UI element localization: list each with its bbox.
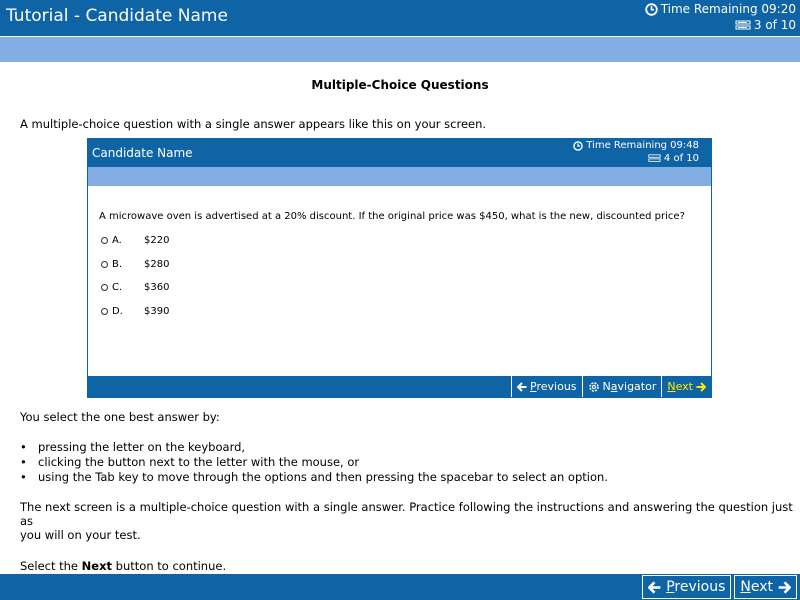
arrow-left-icon (517, 381, 527, 392)
sample-previous-button[interactable]: Previous (511, 376, 582, 397)
toolbar-band (0, 36, 800, 62)
sample-title: Candidate Name (92, 146, 193, 160)
radio-button[interactable] (101, 308, 108, 315)
option-letter: A. (112, 235, 122, 246)
sample-question-window: Candidate Name Time Remaining 09:48 4 of… (87, 138, 712, 398)
sample-footer: Previous Navigator Next (88, 376, 711, 397)
answer-method-list: pressing the letter on the keyboard, cli… (20, 440, 608, 485)
arrow-left-icon (648, 580, 661, 594)
next-screen-text: The next screen is a multiple-choice que… (20, 500, 800, 542)
list-item: pressing the letter on the keyboard, (20, 440, 608, 455)
select-intro-text: You select the one best answer by: (20, 410, 220, 424)
sample-toolbar-band (88, 167, 711, 186)
sample-previous-label: Previous (530, 380, 577, 393)
list-item: clicking the button next to the letter w… (20, 455, 608, 470)
question-counter-icon (648, 154, 661, 163)
previous-button[interactable]: Previous (642, 575, 732, 599)
page-heading: Multiple-Choice Questions (311, 78, 489, 92)
option-c[interactable]: C. $360 (101, 282, 169, 293)
sample-next-button[interactable]: Next (661, 376, 711, 397)
option-b[interactable]: B. $280 (101, 259, 169, 270)
app-footer: Previous Next (0, 574, 800, 600)
question-progress: 3 of 10 (645, 17, 796, 33)
sample-navigator-label: Navigator (602, 380, 657, 393)
question-progress-text: 3 of 10 (753, 18, 796, 32)
time-remaining: Time Remaining 09:20 (644, 1, 796, 17)
option-letter: B. (112, 259, 123, 270)
sample-time-text: Time Remaining 09:48 (586, 140, 699, 151)
sample-progress-text: 4 of 10 (663, 153, 699, 164)
app-header: Tutorial - Candidate Name Time Remaining… (0, 0, 800, 36)
gear-icon (588, 381, 600, 393)
next-keyword: Next (81, 559, 113, 573)
radio-button[interactable] (101, 284, 108, 291)
option-d[interactable]: D. $390 (101, 306, 169, 317)
arrow-right-icon (778, 580, 791, 594)
option-value: $390 (144, 306, 170, 317)
sample-progress: 4 of 10 (573, 152, 699, 165)
sample-next-label: Next (667, 380, 693, 393)
clock-icon (573, 140, 584, 151)
sample-navigator-button[interactable]: Navigator (581, 376, 662, 397)
header-status: Time Remaining 09:20 3 of 10 (644, 1, 796, 33)
clock-icon (644, 2, 658, 16)
option-letter: D. (112, 306, 123, 317)
time-remaining-text: Time Remaining 09:20 (660, 2, 796, 16)
option-value: $220 (144, 235, 170, 246)
intro-text: A multiple-choice question with a single… (20, 117, 487, 131)
question-counter-icon (735, 20, 751, 31)
sample-status: Time Remaining 09:48 4 of 10 (573, 139, 699, 165)
sample-header: Candidate Name Time Remaining 09:48 4 of… (88, 139, 711, 167)
sample-time-remaining: Time Remaining 09:48 (573, 139, 699, 152)
next-screen-line-2: you will on your test. (20, 528, 141, 542)
next-button[interactable]: Next (734, 575, 797, 599)
next-label: Next (740, 579, 773, 595)
option-letter: C. (112, 282, 123, 293)
sample-question-text: A microwave oven is advertised at a 20% … (99, 211, 685, 222)
sample-nav: Previous Navigator Next (511, 376, 711, 397)
continue-instruction: Select the Next button to continue. (20, 559, 227, 573)
arrow-right-icon (696, 381, 706, 392)
app-title: Tutorial - Candidate Name (6, 6, 228, 26)
previous-label: Previous (666, 579, 726, 595)
option-value: $280 (144, 259, 170, 270)
list-item: using the Tab key to move through the op… (20, 470, 608, 485)
radio-button[interactable] (101, 237, 108, 244)
option-value: $360 (144, 282, 170, 293)
option-a[interactable]: A. $220 (101, 235, 169, 246)
footer-nav: Previous Next (642, 575, 797, 599)
next-screen-line-1: The next screen is a multiple-choice que… (20, 500, 793, 528)
radio-button[interactable] (101, 261, 108, 268)
